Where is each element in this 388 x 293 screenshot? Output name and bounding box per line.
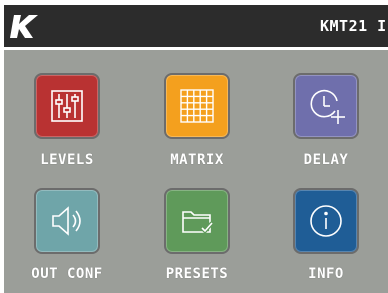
folder-check-icon (182, 211, 214, 234)
matrix-label: MATRIX (170, 152, 224, 168)
grid-icon (180, 89, 214, 123)
info-icon (310, 205, 342, 237)
sliders-icon (51, 90, 83, 122)
device-screen: KMT21 I LEVELS MATRIX DELAY OUT CONF PRE… (4, 5, 388, 293)
info-label: INFO (308, 266, 344, 282)
out-conf-label: OUT CONF (31, 266, 103, 282)
delay-button[interactable] (293, 73, 359, 139)
delay-label: DELAY (303, 152, 349, 168)
title-bar: KMT21 I (4, 5, 388, 47)
device-name: KMT21 I (320, 17, 387, 35)
presets-button[interactable] (164, 188, 230, 254)
levels-label: LEVELS (40, 152, 94, 168)
matrix-button[interactable] (164, 73, 230, 139)
presets-label: PRESETS (165, 266, 229, 282)
levels-button[interactable] (34, 73, 100, 139)
clock-plus-icon (310, 89, 345, 124)
info-button[interactable] (293, 188, 359, 254)
title-divider (4, 47, 388, 50)
k-logo-icon (10, 15, 38, 38)
speaker-icon (52, 206, 81, 236)
out-conf-button[interactable] (34, 188, 100, 254)
